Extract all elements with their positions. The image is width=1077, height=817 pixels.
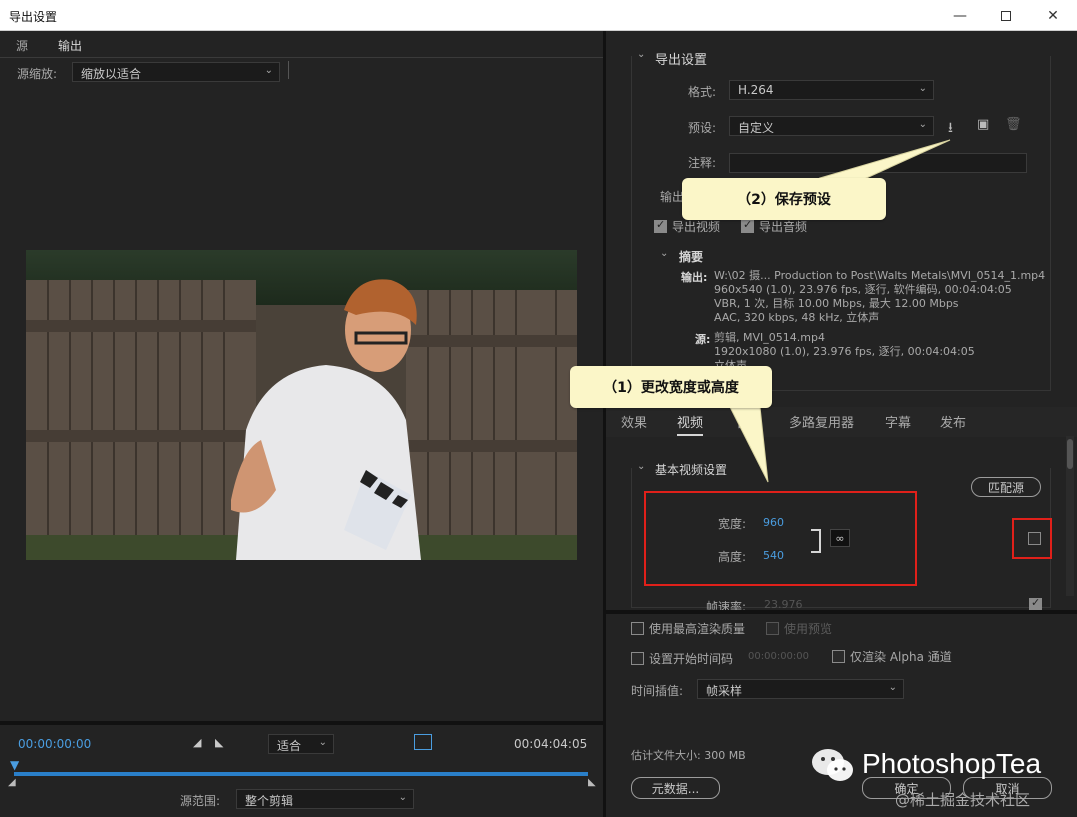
wechat-logo-icon [810, 745, 856, 785]
callout-change-size: （1）更改宽度或高度 [570, 366, 772, 408]
watermark-brand: PhotoshopTea [862, 748, 1042, 779]
callout-save-preset: （2）保存预设 [682, 178, 886, 220]
wechat-logo-shape [812, 749, 853, 781]
annotation-arrows [729, 139, 951, 483]
highlight-checkbox-box [1012, 518, 1052, 559]
watermark-community: @稀土掘金技术社区 [895, 791, 1031, 809]
highlight-size-box [644, 491, 917, 586]
